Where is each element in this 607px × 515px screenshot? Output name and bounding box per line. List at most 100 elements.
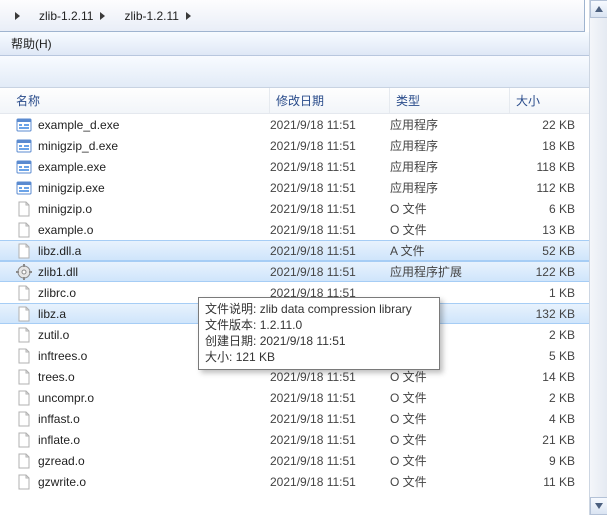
- breadcrumb-label: zlib-1.2.11: [39, 9, 93, 23]
- file-date: 2021/9/18 11:51: [270, 265, 390, 279]
- file-name: example.o: [38, 223, 93, 237]
- file-icon: [16, 243, 32, 259]
- file-name: example.exe: [38, 160, 106, 174]
- file-name: zlib1.dll: [38, 265, 78, 279]
- file-name: uncompr.o: [38, 391, 94, 405]
- file-row[interactable]: minigzip.exe2021/9/18 11:51应用程序112 KB: [0, 177, 607, 198]
- file-type: O 文件: [390, 389, 510, 406]
- file-type: O 文件: [390, 431, 510, 448]
- file-date: 2021/9/18 11:51: [270, 433, 390, 447]
- column-type[interactable]: 类型: [390, 88, 510, 113]
- file-row[interactable]: example_d.exe2021/9/18 11:51应用程序22 KB: [0, 114, 607, 135]
- file-name-cell: example_d.exe: [0, 117, 270, 133]
- exe-icon: [16, 117, 32, 133]
- file-type: 应用程序扩展: [390, 263, 510, 280]
- file-name-cell: example.o: [0, 222, 270, 238]
- tooltip-size-val: 121 KB: [236, 350, 275, 364]
- breadcrumb-segment[interactable]: zlib-1.2.11: [31, 0, 116, 31]
- file-name-cell: uncompr.o: [0, 390, 270, 406]
- file-row[interactable]: gzread.o2021/9/18 11:51O 文件9 KB: [0, 450, 607, 471]
- file-row[interactable]: inffast.o2021/9/18 11:51O 文件4 KB: [0, 408, 607, 429]
- file-type: O 文件: [390, 200, 510, 217]
- vertical-scrollbar[interactable]: [589, 0, 607, 515]
- file-name-cell: inflate.o: [0, 432, 270, 448]
- file-type: O 文件: [390, 410, 510, 427]
- file-name-cell: example.exe: [0, 159, 270, 175]
- scroll-down-button[interactable]: [590, 497, 607, 515]
- tooltip-desc-val: zlib data compression library: [260, 302, 412, 316]
- column-name[interactable]: 名称: [0, 88, 270, 113]
- file-row[interactable]: inflate.o2021/9/18 11:51O 文件21 KB: [0, 429, 607, 450]
- tooltip-ver-val: 1.2.11.0: [260, 318, 302, 332]
- file-type: 应用程序: [390, 137, 510, 154]
- scroll-up-button[interactable]: [590, 0, 607, 18]
- file-icon: [16, 306, 32, 322]
- file-type: O 文件: [390, 473, 510, 490]
- file-type: O 文件: [390, 452, 510, 469]
- file-name-cell: libz.dll.a: [0, 243, 270, 259]
- file-name: zlibrc.o: [38, 286, 76, 300]
- file-row[interactable]: gzwrite.o2021/9/18 11:51O 文件11 KB: [0, 471, 607, 492]
- file-name-cell: gzwrite.o: [0, 474, 270, 490]
- file-date: 2021/9/18 11:51: [270, 160, 390, 174]
- file-icon: [16, 369, 32, 385]
- file-name: inftrees.o: [38, 349, 87, 363]
- file-type: 应用程序: [390, 116, 510, 133]
- scroll-track[interactable]: [590, 18, 607, 497]
- file-date: 2021/9/18 11:51: [270, 244, 390, 258]
- file-row[interactable]: zlib1.dll2021/9/18 11:51应用程序扩展122 KB: [0, 261, 607, 282]
- file-name: trees.o: [38, 370, 75, 384]
- file-icon: [16, 474, 32, 490]
- tooltip-desc-key: 文件说明:: [205, 302, 256, 316]
- file-date: 2021/9/18 11:51: [270, 391, 390, 405]
- file-name-cell: inffast.o: [0, 411, 270, 427]
- file-list: example_d.exe2021/9/18 11:51应用程序22 KB min…: [0, 114, 607, 492]
- file-date: 2021/9/18 11:51: [270, 475, 390, 489]
- file-name-cell: minigzip.o: [0, 201, 270, 217]
- file-date: 2021/9/18 11:51: [270, 454, 390, 468]
- file-row[interactable]: example.exe2021/9/18 11:51应用程序118 KB: [0, 156, 607, 177]
- file-icon: [16, 327, 32, 343]
- file-name: libz.a: [38, 307, 66, 321]
- file-name: minigzip.exe: [38, 181, 105, 195]
- file-type: 应用程序: [390, 158, 510, 175]
- file-icon: [16, 432, 32, 448]
- file-date: 2021/9/18 11:51: [270, 223, 390, 237]
- file-name-cell: zlib1.dll: [0, 264, 270, 280]
- file-name: minigzip_d.exe: [38, 139, 118, 153]
- breadcrumb-label: zlib-1.2.11: [124, 9, 178, 23]
- file-row[interactable]: libz.dll.a2021/9/18 11:51A 文件52 KB: [0, 240, 607, 261]
- breadcrumb-segment[interactable]: [0, 0, 31, 31]
- file-date: 2021/9/18 11:51: [270, 202, 390, 216]
- file-icon: [16, 390, 32, 406]
- breadcrumb-segment[interactable]: zlib-1.2.11: [116, 0, 201, 31]
- file-icon: [16, 285, 32, 301]
- file-name: inflate.o: [38, 433, 80, 447]
- file-icon: [16, 201, 32, 217]
- file-row[interactable]: minigzip.o2021/9/18 11:51O 文件6 KB: [0, 198, 607, 219]
- file-date: 2021/9/18 11:51: [270, 412, 390, 426]
- file-date: 2021/9/18 11:51: [270, 139, 390, 153]
- tooltip-date-key: 创建日期:: [205, 334, 256, 348]
- file-name-cell: minigzip_d.exe: [0, 138, 270, 154]
- column-date[interactable]: 修改日期: [270, 88, 390, 113]
- file-icon: [16, 348, 32, 364]
- file-name-cell: gzread.o: [0, 453, 270, 469]
- command-bar: [0, 56, 607, 88]
- column-headers: 名称 修改日期 类型 大小: [0, 88, 607, 114]
- menu-bar: 帮助(H): [0, 32, 607, 56]
- exe-icon: [16, 138, 32, 154]
- file-type: O 文件: [390, 368, 510, 385]
- file-name: gzwrite.o: [38, 475, 86, 489]
- file-row[interactable]: minigzip_d.exe2021/9/18 11:51应用程序18 KB: [0, 135, 607, 156]
- file-name-cell: minigzip.exe: [0, 180, 270, 196]
- file-type: O 文件: [390, 221, 510, 238]
- file-row[interactable]: example.o2021/9/18 11:51O 文件13 KB: [0, 219, 607, 240]
- menu-help[interactable]: 帮助(H): [3, 33, 60, 54]
- file-icon: [16, 222, 32, 238]
- dll-icon: [16, 264, 32, 280]
- file-date: 2021/9/18 11:51: [270, 181, 390, 195]
- file-row[interactable]: uncompr.o2021/9/18 11:51O 文件2 KB: [0, 387, 607, 408]
- tooltip-size-key: 大小:: [205, 350, 232, 364]
- file-name: gzread.o: [38, 454, 85, 468]
